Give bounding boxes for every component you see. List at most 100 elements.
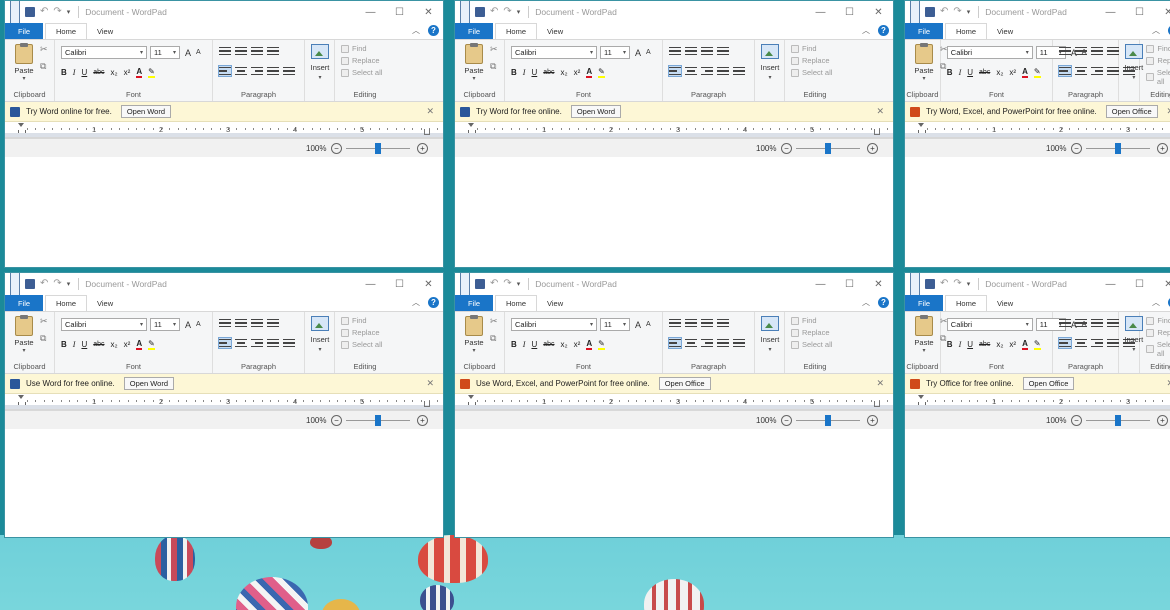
select-all-button[interactable]: Select all bbox=[1146, 340, 1170, 358]
italic-button[interactable]: I bbox=[959, 68, 962, 77]
grow-font-icon[interactable]: A bbox=[635, 48, 641, 58]
font-family-select[interactable]: Calibri ▾ bbox=[511, 318, 597, 331]
tab-home[interactable]: Home bbox=[495, 295, 538, 311]
shrink-font-icon[interactable]: A bbox=[646, 49, 651, 56]
shrink-font-icon[interactable]: A bbox=[646, 321, 651, 328]
select-all-button[interactable]: Select all bbox=[791, 340, 832, 349]
zoom-slider-thumb[interactable] bbox=[825, 415, 831, 426]
select-all-button[interactable]: Select all bbox=[341, 68, 382, 77]
collapse-ribbon-icon[interactable]: ︿ bbox=[412, 25, 420, 36]
undo-icon[interactable]: ↶ bbox=[490, 7, 498, 17]
help-icon[interactable]: ? bbox=[878, 297, 889, 308]
zoom-slider-thumb[interactable] bbox=[825, 143, 831, 154]
underline-button[interactable]: U bbox=[531, 68, 537, 77]
superscript-button[interactable]: x² bbox=[574, 340, 581, 349]
help-icon[interactable]: ? bbox=[428, 297, 439, 308]
find-button[interactable]: Find bbox=[1146, 316, 1170, 325]
undo-icon[interactable]: ↶ bbox=[940, 279, 948, 289]
minimize-button[interactable]: — bbox=[356, 1, 385, 23]
bold-button[interactable]: B bbox=[61, 340, 67, 349]
justify-icon[interactable] bbox=[267, 338, 279, 348]
italic-button[interactable]: I bbox=[959, 340, 962, 349]
zoom-slider-thumb[interactable] bbox=[375, 143, 381, 154]
title-bar[interactable]: ↶ ↷ ▾ Document - WordPad — ☐ ✕ bbox=[455, 273, 893, 338]
minimize-button[interactable]: — bbox=[1096, 1, 1125, 23]
tab-home[interactable]: Home bbox=[495, 23, 538, 39]
font-family-select[interactable]: Calibri ▾ bbox=[946, 46, 1033, 59]
tab-file[interactable]: File bbox=[5, 23, 43, 39]
insert-button[interactable]: Insert ▾ bbox=[758, 314, 782, 353]
customize-qat-icon[interactable]: ▾ bbox=[967, 8, 971, 16]
font-size-select[interactable]: 11 ▾ bbox=[150, 46, 180, 59]
font-family-select[interactable]: Calibri ▾ bbox=[61, 46, 147, 59]
align-right-icon[interactable] bbox=[251, 66, 263, 76]
save-icon[interactable] bbox=[475, 7, 485, 17]
italic-button[interactable]: I bbox=[523, 68, 526, 77]
collapse-ribbon-icon[interactable]: ︿ bbox=[862, 297, 870, 308]
increase-indent-icon[interactable] bbox=[1075, 46, 1088, 56]
zoom-in-button[interactable]: + bbox=[867, 415, 878, 426]
line-spacing-icon[interactable] bbox=[267, 46, 279, 56]
font-family-select[interactable]: Calibri ▾ bbox=[61, 318, 147, 331]
find-button[interactable]: Find bbox=[341, 44, 382, 53]
zoom-slider-thumb[interactable] bbox=[1115, 415, 1121, 426]
paste-button[interactable]: Paste ▾ bbox=[11, 315, 37, 354]
zoom-slider-thumb[interactable] bbox=[1115, 143, 1121, 154]
align-left-icon[interactable] bbox=[218, 337, 232, 349]
align-left-icon[interactable] bbox=[668, 337, 682, 349]
highlight-button[interactable]: ✎ bbox=[1033, 339, 1041, 350]
customize-qat-icon[interactable]: ▾ bbox=[967, 280, 971, 288]
title-bar[interactable]: ↶ ↷ ▾ Document - WordPad — ☐ ✕ bbox=[5, 1, 443, 67]
paragraph-settings-icon[interactable] bbox=[733, 338, 745, 348]
align-left-icon[interactable] bbox=[1058, 65, 1073, 77]
notification-button[interactable]: Open Office bbox=[1105, 105, 1158, 118]
customize-qat-icon[interactable]: ▾ bbox=[67, 280, 71, 288]
tab-file[interactable]: File bbox=[455, 23, 493, 39]
align-center-icon[interactable] bbox=[685, 338, 697, 348]
maximize-button[interactable]: ☐ bbox=[385, 273, 414, 295]
bullets-icon[interactable] bbox=[701, 318, 713, 328]
bold-button[interactable]: B bbox=[947, 340, 953, 349]
redo-icon[interactable]: ↷ bbox=[503, 7, 511, 17]
collapse-ribbon-icon[interactable]: ︿ bbox=[1152, 297, 1160, 308]
customize-qat-icon[interactable]: ▾ bbox=[517, 280, 521, 288]
ruler[interactable]: 1 2 3 bbox=[905, 122, 1170, 138]
zoom-in-button[interactable]: + bbox=[1157, 415, 1168, 426]
close-icon[interactable]: ✕ bbox=[1166, 106, 1170, 117]
zoom-out-button[interactable]: − bbox=[1071, 415, 1082, 426]
right-indent-marker[interactable] bbox=[874, 401, 880, 407]
align-center-icon[interactable] bbox=[1075, 66, 1088, 76]
align-left-icon[interactable] bbox=[1058, 337, 1073, 349]
tab-view[interactable]: View bbox=[87, 295, 123, 311]
line-spacing-icon[interactable] bbox=[717, 46, 729, 56]
zoom-out-button[interactable]: − bbox=[1071, 143, 1082, 154]
undo-icon[interactable]: ↶ bbox=[40, 279, 48, 289]
save-icon[interactable] bbox=[925, 279, 935, 289]
tab-home[interactable]: Home bbox=[945, 23, 988, 39]
font-color-button[interactable]: A bbox=[136, 67, 143, 78]
superscript-button[interactable]: x² bbox=[574, 68, 581, 77]
cut-icon[interactable]: ✂ bbox=[40, 316, 48, 327]
maximize-button[interactable]: ☐ bbox=[835, 273, 864, 295]
italic-button[interactable]: I bbox=[73, 340, 76, 349]
bold-button[interactable]: B bbox=[947, 68, 953, 77]
copy-icon[interactable]: ⧉ bbox=[490, 61, 498, 72]
tab-file[interactable]: File bbox=[5, 295, 43, 311]
font-color-button[interactable]: A bbox=[1022, 67, 1028, 78]
justify-icon[interactable] bbox=[1107, 338, 1120, 348]
line-spacing-icon[interactable] bbox=[717, 318, 729, 328]
select-all-button[interactable]: Select all bbox=[791, 68, 832, 77]
maximize-button[interactable]: ☐ bbox=[1125, 273, 1154, 295]
close-button[interactable]: ✕ bbox=[414, 273, 443, 295]
close-icon[interactable]: ✕ bbox=[426, 106, 434, 117]
paragraph-settings-icon[interactable] bbox=[283, 66, 295, 76]
increase-indent-icon[interactable] bbox=[1075, 318, 1088, 328]
font-color-button[interactable]: A bbox=[1022, 339, 1028, 350]
bullets-icon[interactable] bbox=[1091, 318, 1104, 328]
undo-icon[interactable]: ↶ bbox=[490, 279, 498, 289]
notification-button[interactable]: Open Office bbox=[658, 377, 711, 390]
subscript-button[interactable]: x₂ bbox=[996, 68, 1003, 77]
copy-icon[interactable]: ⧉ bbox=[40, 61, 48, 72]
find-button[interactable]: Find bbox=[791, 316, 832, 325]
tab-home[interactable]: Home bbox=[45, 295, 88, 311]
